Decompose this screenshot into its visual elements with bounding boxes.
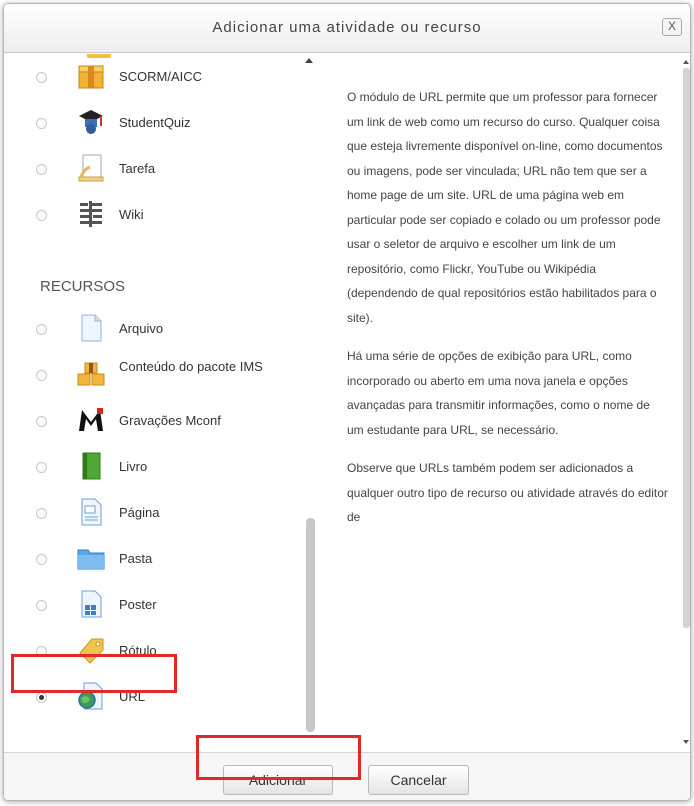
module-item-wiki[interactable]: Wiki (12, 192, 304, 238)
assignment-icon (78, 154, 104, 182)
description-paragraph: Observe que URLs também podem ser adicio… (347, 461, 668, 524)
module-label: Página (119, 505, 160, 520)
module-label: SCORM/AICC (119, 69, 203, 84)
list-scrollbar[interactable] (304, 56, 315, 750)
description-scrollbar[interactable] (683, 56, 690, 750)
folder-icon (77, 549, 105, 570)
module-item-studentquiz[interactable]: StudentQuiz (12, 100, 304, 146)
module-label: StudentQuiz (119, 115, 191, 130)
scroll-down-arrow-icon[interactable] (683, 740, 689, 744)
module-item-poster[interactable]: Poster (12, 582, 304, 628)
radio-button[interactable] (36, 118, 47, 129)
radio-button[interactable] (36, 462, 47, 473)
module-label: Gravações Mconf (119, 413, 221, 428)
module-item-scorm[interactable]: SCORM/AICC (12, 54, 304, 100)
description-paragraph: Há uma série de opções de exibição para … (347, 349, 650, 437)
radio-button[interactable] (36, 370, 47, 381)
radio-button-selected[interactable] (36, 692, 47, 703)
dialog-title: Adicionar uma atividade ou recurso (212, 19, 482, 36)
url-highlight-box (11, 654, 177, 693)
module-item-pasta[interactable]: Pasta (12, 536, 304, 582)
description-paragraph: O módulo de URL permite que um professor… (347, 90, 663, 325)
module-label: Tarefa (119, 161, 156, 176)
module-item-arquivo[interactable]: Arquivo (12, 306, 304, 352)
radio-button[interactable] (36, 416, 47, 427)
dialog-header: Adicionar uma atividade ou recurso X (4, 4, 690, 53)
close-button[interactable]: X (662, 18, 682, 36)
module-item-mconf[interactable]: Gravações Mconf (12, 398, 304, 444)
studentquiz-icon (79, 110, 103, 134)
file-icon (81, 314, 102, 342)
module-item-pagina[interactable]: Página (12, 490, 304, 536)
scroll-up-arrow-icon[interactable] (305, 58, 313, 63)
description-text: O módulo de URL permite que um professor… (347, 85, 669, 544)
ims-package-icon (77, 362, 105, 386)
add-button-highlight-box (196, 735, 361, 780)
resources-heading: RECURSOS (40, 278, 126, 295)
module-item-ims[interactable]: Conteúdo do pacote IMS (12, 352, 304, 398)
module-label: Pasta (119, 551, 153, 566)
scroll-thumb[interactable] (683, 68, 690, 628)
module-label: Conteúdo do pacote IMS (119, 359, 263, 374)
radio-button[interactable] (36, 324, 47, 335)
scroll-up-arrow-icon[interactable] (683, 60, 689, 64)
module-label: Arquivo (119, 321, 164, 336)
page-icon (81, 498, 102, 526)
module-item-tarefa[interactable]: Tarefa (12, 146, 304, 192)
module-item-livro[interactable]: Livro (12, 444, 304, 490)
book-icon (82, 452, 101, 480)
scorm-package-icon (78, 65, 104, 89)
module-description: O módulo de URL permite que um professor… (325, 54, 681, 752)
poster-icon (81, 590, 102, 618)
module-list[interactable]: SCORM/AICC StudentQuiz Tarefa Wiki RECUR… (12, 54, 325, 752)
radio-button[interactable] (36, 508, 47, 519)
module-label: Poster (119, 597, 157, 612)
radio-button[interactable] (36, 600, 47, 611)
module-label: Livro (119, 459, 148, 474)
radio-button[interactable] (36, 72, 47, 83)
cancel-button[interactable]: Cancelar (368, 765, 469, 795)
scroll-thumb[interactable] (306, 518, 315, 732)
radio-button[interactable] (36, 210, 47, 221)
mconf-icon (79, 408, 103, 431)
wiki-icon (80, 201, 102, 227)
module-label: Wiki (119, 207, 144, 222)
radio-button[interactable] (36, 164, 47, 175)
radio-button[interactable] (36, 554, 47, 565)
